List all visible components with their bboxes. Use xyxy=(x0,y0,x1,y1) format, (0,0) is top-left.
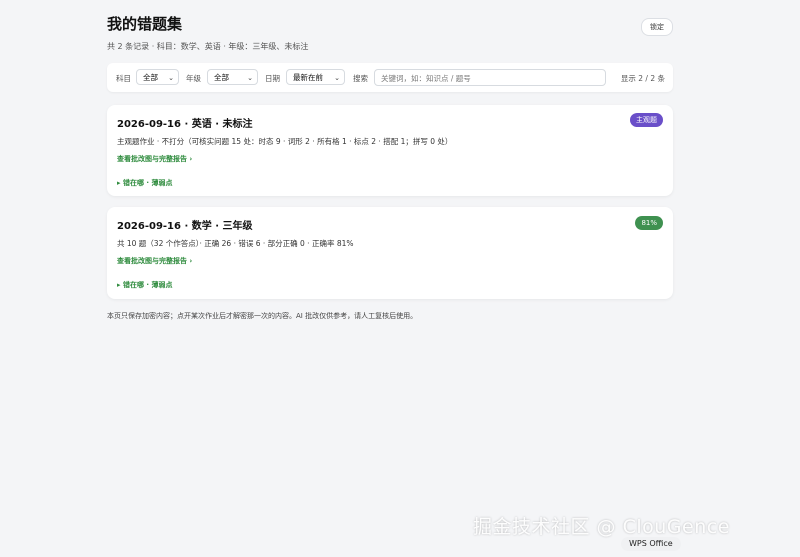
subject-label: 科目 xyxy=(116,74,131,83)
weakness-toggle[interactable]: ▸ 错在哪 · 薄弱点 xyxy=(117,280,172,290)
record-summary: 共 10 题（32 个作答点）· 正确 26 · 错误 6 · 部分正确 0 ·… xyxy=(117,239,354,248)
record-card: 2026-09-16 · 数学 · 三年级 81% 共 10 题（32 个作答点… xyxy=(107,207,673,299)
lock-button[interactable]: 锁定 xyxy=(641,18,673,36)
record-badge: 81% xyxy=(635,216,663,230)
record-summary: 主观题作业 · 不打分（可核实问题 15 处：时态 9 · 词形 2 · 所有格… xyxy=(117,137,453,146)
page-title: 我的错题集 xyxy=(107,15,183,33)
record-card: 2026-09-16 · 英语 · 未标注 主观题 主观题作业 · 不打分（可核… xyxy=(107,105,673,196)
grade-label: 年级 xyxy=(186,74,201,83)
chevron-down-icon: ⌄ xyxy=(247,74,253,82)
record-title: 2026-09-16 · 英语 · 未标注 xyxy=(117,119,253,130)
record-badge: 主观题 xyxy=(630,113,663,127)
date-sort-select[interactable]: 最新在前 ⌄ xyxy=(286,69,345,85)
chevron-down-icon: ⌄ xyxy=(334,74,340,82)
record-title: 2026-09-16 · 数学 · 三年级 xyxy=(117,221,253,232)
subject-select[interactable]: 全部 ⌄ xyxy=(136,69,179,85)
result-count: 显示 2 / 2 条 xyxy=(620,74,665,83)
footnote: 本页只保存加密内容；点开某次作业后才解密那一次的内容。AI 批改仅供参考，请人工… xyxy=(107,312,418,320)
date-label: 日期 xyxy=(265,74,280,83)
search-input[interactable]: 关键词，如：知识点 / 题号 xyxy=(374,69,606,86)
view-report-link[interactable]: 查看批改图与完整报告 › xyxy=(117,154,192,164)
chevron-down-icon: ⌄ xyxy=(168,74,174,82)
wps-office-tag[interactable]: WPS Office xyxy=(621,537,681,551)
weakness-toggle[interactable]: ▸ 错在哪 · 薄弱点 xyxy=(117,178,172,188)
search-label: 搜索 xyxy=(353,74,368,83)
page-subtitle: 共 2 条记录 · 科目：数学、英语 · 年级：三年级、未标注 xyxy=(107,42,309,51)
filter-bar: 科目 全部 ⌄ 年级 全部 ⌄ 日期 最新在前 ⌄ 搜索 关键词，如：知识点 /… xyxy=(107,63,673,92)
grade-select-value: 全部 xyxy=(214,73,229,82)
subject-select-value: 全部 xyxy=(143,73,158,82)
grade-select[interactable]: 全部 ⌄ xyxy=(207,69,258,85)
view-report-link[interactable]: 查看批改图与完整报告 › xyxy=(117,256,192,266)
watermark: 掘金技术社区 @ ClouGence xyxy=(473,516,730,538)
date-sort-select-value: 最新在前 xyxy=(293,73,323,82)
